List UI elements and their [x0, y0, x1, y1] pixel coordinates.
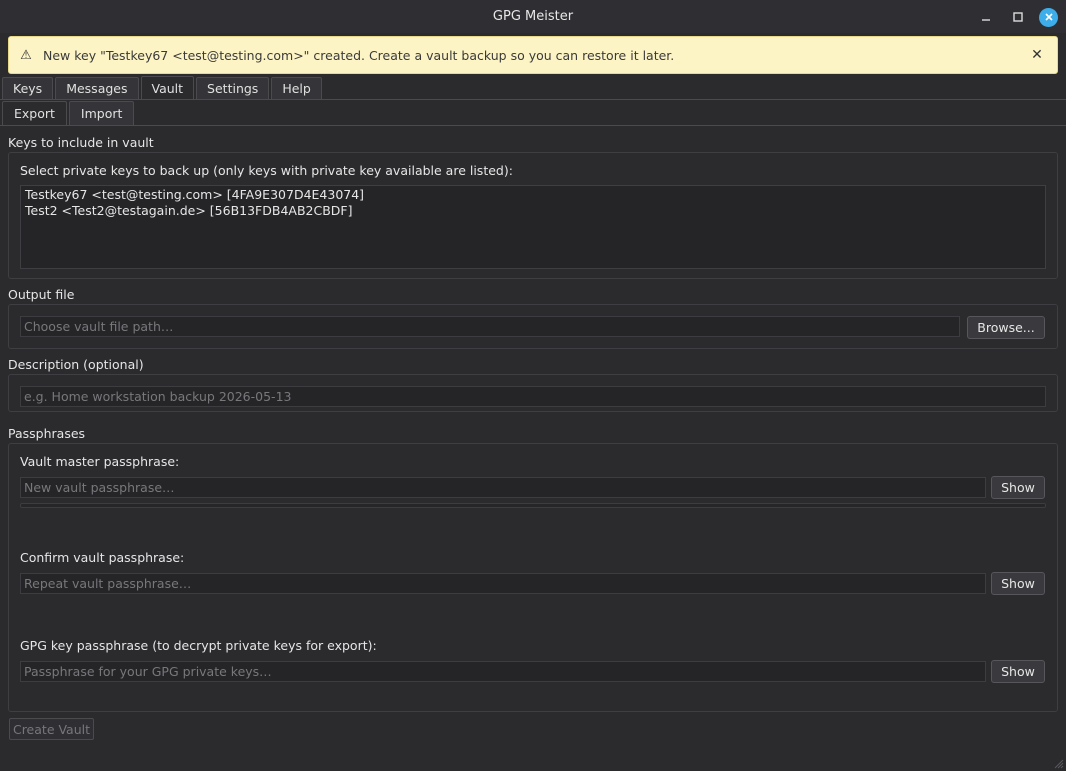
- minimize-icon[interactable]: [975, 6, 997, 28]
- tab-messages[interactable]: Messages: [55, 77, 139, 99]
- master-passphrase-label: Vault master passphrase:: [20, 454, 180, 469]
- banner-message: New key "Testkey67 <test@testing.com>" c…: [43, 47, 675, 63]
- close-window-icon[interactable]: [1039, 7, 1058, 27]
- maximize-icon[interactable]: [1007, 6, 1029, 28]
- gpg-passphrase-input[interactable]: [20, 661, 986, 682]
- tab-keys[interactable]: Keys: [2, 77, 54, 99]
- list-item[interactable]: Testkey67 <test@testing.com> [4FA9E307D4…: [25, 187, 1041, 203]
- tab-divider: [0, 99, 1066, 100]
- output-group: Browse...: [8, 304, 1058, 349]
- show-gpg-button[interactable]: Show: [991, 660, 1045, 683]
- show-master-button[interactable]: Show: [991, 476, 1045, 499]
- keys-list[interactable]: Testkey67 <test@testing.com> [4FA9E307D4…: [20, 185, 1046, 269]
- description-section-title: Description (optional): [8, 357, 144, 372]
- output-section-title: Output file: [8, 287, 75, 302]
- description-input[interactable]: [20, 386, 1046, 407]
- warning-icon: ⚠: [20, 47, 32, 63]
- keys-section-title: Keys to include in vault: [8, 135, 154, 150]
- banner-close-icon[interactable]: ✕: [1017, 47, 1057, 63]
- passphrases-group: Vault master passphrase: Show Confirm va…: [8, 443, 1058, 712]
- tab-help[interactable]: Help: [271, 77, 322, 99]
- confirm-passphrase-label: Confirm vault passphrase:: [20, 550, 185, 565]
- create-vault-button[interactable]: Create Vault: [9, 718, 94, 740]
- passphrases-section-title: Passphrases: [8, 426, 86, 441]
- show-confirm-button[interactable]: Show: [991, 572, 1045, 595]
- keys-instruction: Select private keys to back up (only key…: [20, 163, 513, 178]
- keys-group: Select private keys to back up (only key…: [8, 152, 1058, 279]
- subtab-divider: [0, 125, 1066, 126]
- output-path-input[interactable]: [20, 316, 960, 337]
- description-group: [8, 374, 1058, 412]
- list-item[interactable]: Test2 <Test2@testagain.de> [56B13FDB4AB2…: [25, 203, 1041, 219]
- title-bar: GPG Meister: [0, 0, 1066, 33]
- main-tabs: Keys Messages Vault Settings Help: [2, 76, 324, 99]
- resize-grip-icon[interactable]: [1054, 759, 1064, 769]
- tab-import[interactable]: Import: [68, 101, 135, 125]
- browse-button[interactable]: Browse...: [967, 316, 1045, 339]
- window-controls: [975, 6, 1058, 28]
- notification-banner: ⚠ New key "Testkey67 <test@testing.com>"…: [8, 36, 1058, 74]
- master-passphrase-input[interactable]: [20, 477, 986, 498]
- tab-settings[interactable]: Settings: [196, 77, 270, 99]
- passphrase-strength-bar: [20, 503, 1046, 508]
- tab-vault[interactable]: Vault: [140, 76, 195, 99]
- confirm-passphrase-input[interactable]: [20, 573, 986, 594]
- tab-export[interactable]: Export: [2, 101, 67, 125]
- vault-subtabs: Export Import: [2, 101, 136, 125]
- gpg-passphrase-label: GPG key passphrase (to decrypt private k…: [20, 638, 377, 653]
- window-title: GPG Meister: [492, 9, 574, 24]
